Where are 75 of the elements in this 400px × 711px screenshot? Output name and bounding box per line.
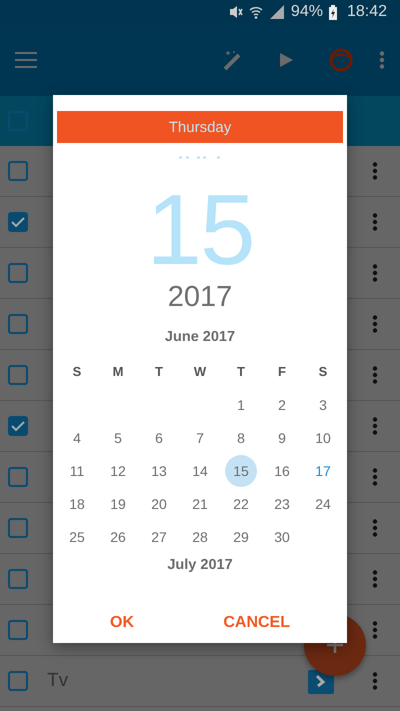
- checkbox[interactable]: [8, 365, 28, 385]
- day-cell[interactable]: 30: [266, 520, 298, 552]
- more-icon[interactable]: [372, 315, 378, 333]
- day-cell[interactable]: 8: [225, 422, 257, 454]
- checkbox[interactable]: [8, 467, 28, 487]
- day-cell[interactable]: 25: [61, 520, 93, 552]
- checkbox[interactable]: [8, 416, 28, 436]
- day-cell[interactable]: 11: [61, 454, 93, 486]
- more-icon[interactable]: [372, 468, 378, 486]
- day-cell[interactable]: 3: [307, 388, 339, 420]
- more-icon[interactable]: [372, 621, 378, 639]
- checkbox[interactable]: [8, 161, 28, 181]
- more-icon[interactable]: [372, 213, 378, 231]
- menu-icon[interactable]: [15, 52, 37, 68]
- more-icon[interactable]: [372, 672, 378, 690]
- day-cell[interactable]: 15: [225, 454, 257, 486]
- day-cell[interactable]: 23: [266, 488, 298, 520]
- checkbox[interactable]: [8, 263, 28, 283]
- checkbox[interactable]: [8, 569, 28, 589]
- more-icon[interactable]: [372, 417, 378, 435]
- month-title: July 2017: [167, 557, 233, 573]
- day-cell[interactable]: 20: [143, 488, 175, 520]
- day-cell[interactable]: 2: [266, 388, 298, 420]
- wifi-icon: [248, 5, 263, 19]
- battery-icon: [328, 4, 337, 20]
- day-cell[interactable]: 28: [184, 520, 216, 552]
- signal-icon: [268, 5, 285, 19]
- day-cell[interactable]: 6: [143, 422, 175, 454]
- checkbox[interactable]: [8, 620, 28, 640]
- battery-percentage: 94%: [290, 3, 323, 21]
- day-cell[interactable]: 4: [61, 422, 93, 454]
- more-icon[interactable]: [372, 519, 378, 537]
- day-cell[interactable]: 16: [266, 454, 298, 486]
- day-cell[interactable]: 1: [225, 388, 257, 420]
- day-cell[interactable]: 5: [102, 422, 134, 454]
- cancel-button[interactable]: CANCEL: [221, 610, 292, 636]
- more-icon[interactable]: [372, 264, 378, 282]
- weekday-initial: S: [72, 364, 82, 379]
- day-cell[interactable]: 12: [102, 454, 134, 486]
- more-icon[interactable]: [379, 51, 385, 69]
- weekday-initial: W: [194, 364, 206, 379]
- checkbox[interactable]: [8, 518, 28, 538]
- weekday-initial: T: [155, 364, 163, 379]
- weekday-initial: S: [318, 364, 328, 379]
- weekday-initial: F: [278, 364, 286, 379]
- more-icon[interactable]: [372, 366, 378, 384]
- day-cell[interactable]: 10: [307, 422, 339, 454]
- weekday-title: Thursday: [57, 111, 343, 143]
- checkbox[interactable]: [8, 671, 28, 691]
- weekday-initial: T: [237, 364, 245, 379]
- day-cell[interactable]: 27: [143, 520, 175, 552]
- month-title: June 2017: [164, 329, 236, 345]
- weekday-initial: M: [112, 364, 124, 379]
- clock-time: 18:42: [346, 3, 387, 21]
- play-icon[interactable]: [280, 53, 293, 67]
- day-cell[interactable]: 14: [184, 454, 216, 486]
- day-cell[interactable]: 9: [266, 422, 298, 454]
- day-cell[interactable]: 7: [184, 422, 216, 454]
- day-cell[interactable]: 17: [307, 454, 339, 486]
- checkbox[interactable]: [8, 212, 28, 232]
- day-cell[interactable]: 19: [102, 488, 134, 520]
- more-icon[interactable]: [372, 570, 378, 588]
- day-cell[interactable]: 22: [225, 488, 257, 520]
- day-cell[interactable]: 18: [61, 488, 93, 520]
- checkbox[interactable]: [8, 314, 28, 334]
- day-cell[interactable]: 29: [225, 520, 257, 552]
- day-cell[interactable]: 24: [307, 488, 339, 520]
- more-icon[interactable]: [372, 162, 378, 180]
- selected-year[interactable]: 2017: [168, 281, 232, 313]
- day-cell[interactable]: 26: [102, 520, 134, 552]
- month-dots-icon: [179, 156, 221, 159]
- day-cell[interactable]: 21: [184, 488, 216, 520]
- face-icon[interactable]: [329, 48, 353, 72]
- day-cell[interactable]: 13: [143, 454, 175, 486]
- ok-button[interactable]: OK: [108, 610, 136, 636]
